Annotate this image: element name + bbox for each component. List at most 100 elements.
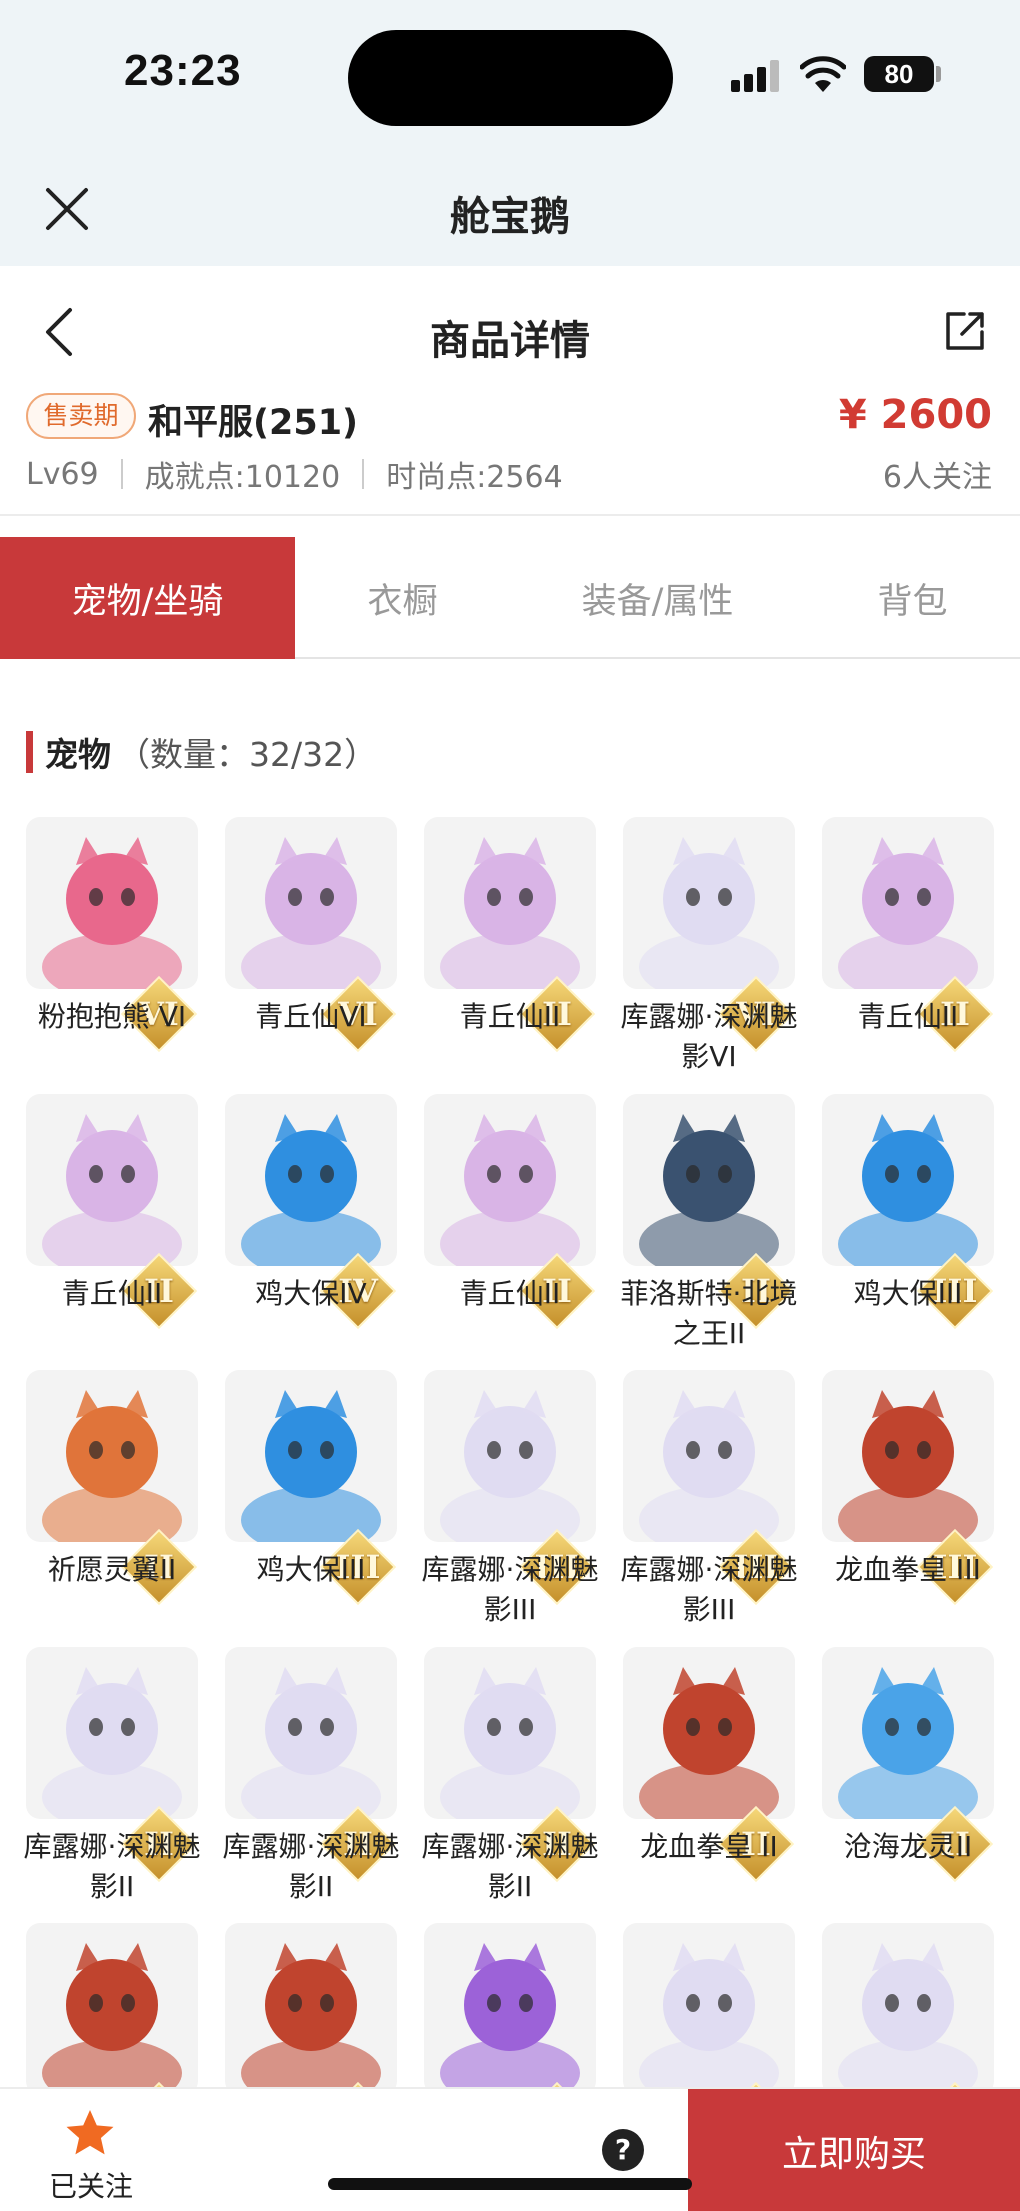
- follow-label[interactable]: 已关注: [30, 2165, 152, 2205]
- pet-name: 沧海龙灵II: [843, 1830, 973, 1863]
- pet-card[interactable]: VI 粉抱抱熊 VI: [26, 817, 198, 1057]
- pink-bear-icon: [26, 817, 198, 989]
- dragon-boxer-icon: [26, 1923, 198, 2095]
- pet-card[interactable]: II 龙血拳皇 II: [623, 1647, 795, 1887]
- abyss-phantom-icon: [424, 1647, 596, 1819]
- share-icon[interactable]: [944, 310, 986, 352]
- pet-name: 鸡大保III: [256, 1553, 366, 1586]
- dragon-boxer-icon: [822, 1370, 994, 1542]
- sale-period-badge: 售卖期: [26, 393, 136, 439]
- account-stats: Lv69 成就点:10120 时尚点:2564: [26, 452, 563, 496]
- app-title-bar: 舱宝鹅: [0, 140, 1020, 266]
- abyss-phantom-icon: [623, 1370, 795, 1542]
- dragon-boxer-icon: [623, 1647, 795, 1819]
- buy-now-button[interactable]: 立即购买: [688, 2089, 1020, 2211]
- blue-bird-icon: [822, 1094, 994, 1266]
- fox-fairy-icon: [225, 817, 397, 989]
- status-time: 23:23: [124, 46, 242, 95]
- pet-name: 青丘仙II: [459, 1000, 561, 1033]
- pet-name: 库露娜·深渊魅影III: [421, 1553, 599, 1626]
- abyss-phantom-icon: [26, 1647, 198, 1819]
- pet-name: 青丘仙II: [459, 1277, 561, 1310]
- pet-card[interactable]: III 库露娜·深渊魅影III: [422, 1370, 598, 1626]
- follower-count: 6人关注: [882, 460, 992, 495]
- pet-card[interactable]: VI 青丘仙VI: [225, 817, 397, 1057]
- price: ¥ 2600: [838, 392, 992, 438]
- pet-name: 龙血拳皇 III: [835, 1553, 981, 1586]
- page-title: 商品详情: [430, 318, 590, 364]
- pet-name: 鸡大保IV: [255, 1277, 367, 1310]
- purple-sprite-icon: [424, 1923, 596, 2095]
- pet-card[interactable]: III 鸡大保III: [822, 1094, 994, 1334]
- section-count: （数量：32/32）: [117, 735, 378, 774]
- pet-name: 鸡大保III: [853, 1277, 963, 1310]
- pet-card[interactable]: III 鸡大保III: [225, 1370, 397, 1610]
- stat-fashion: 时尚点:2564: [386, 460, 563, 495]
- pet-card[interactable]: III 龙血拳皇 III: [822, 1370, 994, 1610]
- abyss-phantom-icon: [822, 1923, 994, 2095]
- stat-divider: [120, 459, 123, 489]
- status-bar: 23:23 80: [0, 0, 1020, 140]
- stat-achievement: 成就点:10120: [144, 460, 341, 495]
- pet-card[interactable]: II 库露娜·深渊魅影II: [24, 1647, 200, 1903]
- pet-name: 青丘仙II: [857, 1000, 959, 1033]
- pet-card[interactable]: II 青丘仙II: [822, 817, 994, 1057]
- tab-wardrobe[interactable]: 衣橱: [295, 537, 510, 659]
- section-accent-bar: [26, 731, 33, 773]
- star-icon[interactable]: [64, 2107, 116, 2159]
- pet-name: 粉抱抱熊 VI: [37, 1000, 187, 1033]
- pet-name: 库露娜·深渊魅影VI: [620, 1000, 798, 1073]
- dynamic-island: [348, 30, 673, 126]
- pet-name: 库露娜·深渊魅影II: [222, 1830, 400, 1903]
- pet-card[interactable]: II 沧海龙灵II: [822, 1647, 994, 1887]
- pet-name: 库露娜·深渊魅影II: [421, 1830, 599, 1903]
- pet-name: 库露娜·深渊魅影III: [620, 1553, 798, 1626]
- pet-name: 祈愿灵翼II: [47, 1553, 177, 1586]
- pet-name: 菲洛斯特·北境之王II: [620, 1277, 798, 1350]
- pet-card[interactable]: II 祈愿灵翼II: [26, 1370, 198, 1610]
- detail-nav-bar: 商品详情: [0, 266, 1020, 396]
- sea-dragon-icon: [822, 1647, 994, 1819]
- fox-fairy-icon: [26, 1094, 198, 1266]
- pet-card[interactable]: II 青丘仙II: [26, 1094, 198, 1334]
- abyss-phantom-icon: [623, 817, 795, 989]
- tab-equipment-attributes[interactable]: 装备/属性: [510, 537, 805, 659]
- fox-fairy-icon: [822, 817, 994, 989]
- pet-name: 青丘仙II: [61, 1277, 163, 1310]
- pet-card[interactable]: II 青丘仙II: [424, 1094, 596, 1334]
- pet-card[interactable]: VI 库露娜·深渊魅影VI: [621, 817, 797, 1073]
- tab-pets-mounts[interactable]: 宠物/坐骑: [0, 537, 295, 659]
- bottom-action-bar: 已关注 ? 立即购买: [0, 2087, 1020, 2211]
- pet-card[interactable]: II 库露娜·深渊魅影II: [223, 1647, 399, 1903]
- north-king-icon: [623, 1094, 795, 1266]
- pet-name: 青丘仙VI: [255, 1000, 367, 1033]
- home-indicator: [328, 2178, 692, 2190]
- fox-fairy-icon: [424, 1094, 596, 1266]
- abyss-phantom-icon: [623, 1923, 795, 2095]
- signal-icon: [731, 58, 783, 92]
- abyss-phantom-icon: [225, 1647, 397, 1819]
- wifi-icon: [800, 56, 846, 92]
- pet-name: 库露娜·深渊魅影II: [23, 1830, 201, 1903]
- tab-backpack[interactable]: 背包: [805, 537, 1020, 659]
- griffin-icon: [26, 1370, 198, 1542]
- stat-divider: [362, 459, 365, 489]
- help-icon[interactable]: ?: [602, 2129, 644, 2171]
- stat-level: Lv69: [26, 456, 99, 492]
- category-tabs: 宠物/坐骑 衣橱 装备/属性 背包: [0, 537, 1020, 659]
- section-name: 宠物: [45, 735, 111, 774]
- fox-fairy-icon: [424, 817, 596, 989]
- battery-icon: 80: [864, 56, 934, 92]
- battery-tip: [936, 66, 941, 82]
- pet-card[interactable]: III 库露娜·深渊魅影III: [621, 1370, 797, 1626]
- app-title: 舱宝鹅: [450, 194, 570, 240]
- blue-bird-icon: [225, 1370, 397, 1542]
- section-header: 宠物 （数量：32/32）: [26, 730, 377, 774]
- pet-card[interactable]: II 菲洛斯特·北境之王II: [621, 1094, 797, 1350]
- pet-card[interactable]: II 库露娜·深渊魅影II: [422, 1647, 598, 1903]
- blue-bird-icon: [225, 1094, 397, 1266]
- pet-name: 龙血拳皇 II: [640, 1830, 778, 1863]
- pet-card[interactable]: II 青丘仙II: [424, 817, 596, 1057]
- abyss-phantom-icon: [424, 1370, 596, 1542]
- pet-card[interactable]: IV 鸡大保IV: [225, 1094, 397, 1334]
